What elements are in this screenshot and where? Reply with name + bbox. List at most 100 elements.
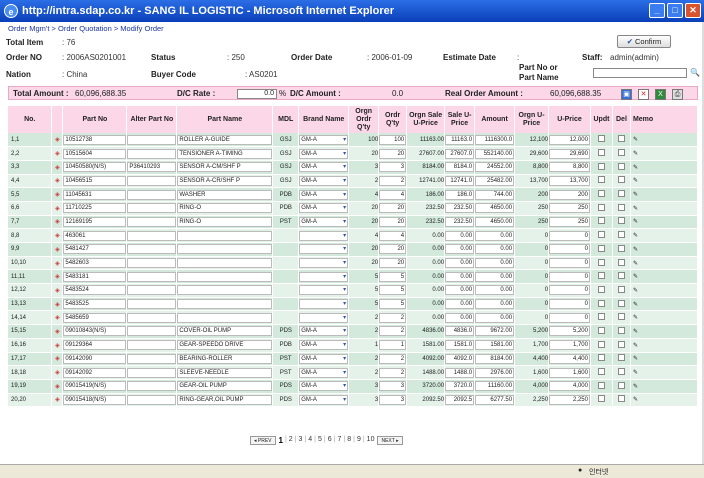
- sale-uprice-field[interactable]: 0.00: [445, 258, 474, 269]
- part-name-field[interactable]: [177, 312, 272, 323]
- brand-select[interactable]: GM-A: [299, 189, 348, 200]
- alter-part-no-field[interactable]: [127, 230, 176, 241]
- ordr-qty-field[interactable]: 2: [379, 326, 406, 337]
- brand-select[interactable]: [299, 271, 348, 282]
- part-no-field[interactable]: 09129364: [63, 340, 126, 351]
- amount-field[interactable]: 4650.00: [475, 216, 514, 227]
- amount-field[interactable]: 24552.00: [475, 162, 514, 173]
- ordr-qty-field[interactable]: 20: [379, 258, 406, 269]
- part-no-field[interactable]: 11710225: [63, 203, 126, 214]
- alter-part-no-field[interactable]: [127, 175, 176, 186]
- update-checkbox[interactable]: [597, 340, 605, 348]
- page-link[interactable]: 2: [289, 436, 293, 445]
- page-link[interactable]: 4: [308, 436, 312, 445]
- ordr-qty-field[interactable]: 2: [379, 312, 406, 323]
- brand-select[interactable]: GM-A: [299, 394, 348, 405]
- part-no-field[interactable]: 10456515: [63, 175, 126, 186]
- memo-icon[interactable]: ✎: [633, 315, 638, 321]
- update-checkbox[interactable]: [597, 149, 605, 157]
- delete-checkbox[interactable]: [617, 176, 625, 184]
- amount-field[interactable]: 0.00: [475, 271, 514, 282]
- memo-icon[interactable]: ✎: [633, 206, 638, 212]
- page-link[interactable]: 8: [347, 436, 351, 445]
- brand-select[interactable]: [299, 312, 348, 323]
- memo-icon[interactable]: ✎: [633, 343, 638, 349]
- delete-checkbox[interactable]: [617, 326, 625, 334]
- update-checkbox[interactable]: [597, 135, 605, 143]
- uprice-field[interactable]: 13,700: [549, 175, 590, 186]
- delete-checkbox[interactable]: [617, 217, 625, 225]
- delete-checkbox[interactable]: [617, 190, 625, 198]
- delete-checkbox[interactable]: [617, 149, 625, 157]
- page-link[interactable]: 5: [318, 436, 322, 445]
- part-no-field[interactable]: 09015419(N/S): [63, 381, 126, 392]
- part-no-field[interactable]: 10512738: [63, 134, 126, 145]
- confirm-button[interactable]: ✔ Confirm: [617, 35, 671, 48]
- sale-uprice-field[interactable]: 12741.0: [445, 175, 474, 186]
- amount-field[interactable]: 9672.00: [475, 326, 514, 337]
- alter-part-no-field[interactable]: [127, 258, 176, 269]
- uprice-field[interactable]: 1,600: [549, 367, 590, 378]
- part-no-field[interactable]: 463061: [63, 230, 126, 241]
- ordr-qty-field[interactable]: 2: [379, 353, 406, 364]
- sale-uprice-field[interactable]: 4836.0: [445, 326, 474, 337]
- part-name-field[interactable]: GEAR-SPEEDO DRIVE: [177, 340, 272, 351]
- uprice-field[interactable]: 1,700: [549, 340, 590, 351]
- amount-field[interactable]: 2976.00: [475, 367, 514, 378]
- update-checkbox[interactable]: [597, 203, 605, 211]
- page-link[interactable]: 1: [279, 436, 283, 445]
- ordr-qty-field[interactable]: 3: [379, 162, 406, 173]
- update-checkbox[interactable]: [597, 258, 605, 266]
- sale-uprice-field[interactable]: 0.00: [445, 285, 474, 296]
- ordr-qty-field[interactable]: 2: [379, 175, 406, 186]
- save-icon[interactable]: ▣: [621, 89, 632, 100]
- memo-icon[interactable]: ✎: [633, 151, 638, 157]
- part-no-field[interactable]: 09142092: [63, 367, 126, 378]
- part-no-field[interactable]: 5483525: [63, 299, 126, 310]
- amount-field[interactable]: 25482.00: [475, 175, 514, 186]
- print-icon[interactable]: ⎙: [672, 89, 683, 100]
- update-checkbox[interactable]: [597, 326, 605, 334]
- amount-field[interactable]: 0.00: [475, 230, 514, 241]
- alter-part-no-field[interactable]: [127, 134, 176, 145]
- alter-part-no-field[interactable]: [127, 367, 176, 378]
- part-no-field[interactable]: 5482603: [63, 258, 126, 269]
- ordr-qty-field[interactable]: 2: [379, 367, 406, 378]
- brand-select[interactable]: [299, 299, 348, 310]
- alter-part-no-field[interactable]: [127, 381, 176, 392]
- ordr-qty-field[interactable]: 5: [379, 271, 406, 282]
- sale-uprice-field[interactable]: 0.00: [445, 230, 474, 241]
- delete-checkbox[interactable]: [617, 285, 625, 293]
- alter-part-no-field[interactable]: [127, 299, 176, 310]
- delete-icon[interactable]: ✕: [638, 89, 649, 100]
- uprice-field[interactable]: 0: [549, 271, 590, 282]
- update-checkbox[interactable]: [597, 176, 605, 184]
- part-name-field[interactable]: WASHER: [177, 189, 272, 200]
- part-name-field[interactable]: TENSIONER A-TIMING: [177, 148, 272, 159]
- part-no-field[interactable]: 5485659: [63, 312, 126, 323]
- amount-field[interactable]: 11160.00: [475, 381, 514, 392]
- alter-part-no-field[interactable]: [127, 244, 176, 255]
- amount-field[interactable]: 0.00: [475, 258, 514, 269]
- amount-field[interactable]: 744.00: [475, 189, 514, 200]
- uprice-field[interactable]: 29,690: [549, 148, 590, 159]
- update-checkbox[interactable]: [597, 190, 605, 198]
- part-name-field[interactable]: SLEEVE-NEEDLE: [177, 367, 272, 378]
- ordr-qty-field[interactable]: 5: [379, 299, 406, 310]
- memo-icon[interactable]: ✎: [633, 192, 638, 198]
- sale-uprice-field[interactable]: 0.00: [445, 244, 474, 255]
- part-no-field[interactable]: 12169195: [63, 216, 126, 227]
- sale-uprice-field[interactable]: 3720.0: [445, 381, 474, 392]
- uprice-field[interactable]: 200: [549, 189, 590, 200]
- update-checkbox[interactable]: [597, 395, 605, 403]
- brand-select[interactable]: [299, 285, 348, 296]
- part-name-field[interactable]: [177, 299, 272, 310]
- update-checkbox[interactable]: [597, 272, 605, 280]
- part-no-field[interactable]: 5483524: [63, 285, 126, 296]
- ordr-qty-field[interactable]: 20: [379, 244, 406, 255]
- delete-checkbox[interactable]: [617, 381, 625, 389]
- part-name-field[interactable]: SENSOR A-CR/SHF P: [177, 175, 272, 186]
- sale-uprice-field[interactable]: 0.00: [445, 299, 474, 310]
- part-name-field[interactable]: ROLLER A-GUIDE: [177, 134, 272, 145]
- uprice-field[interactable]: 5,200: [549, 326, 590, 337]
